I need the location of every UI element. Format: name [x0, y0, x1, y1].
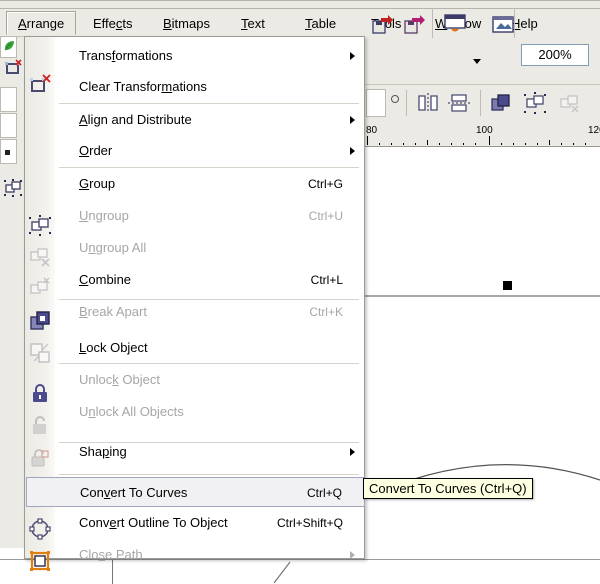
- menu-item-label: Align and Distribute: [79, 112, 192, 127]
- menu-item-accelerator: Ctrl+Q: [306, 486, 342, 500]
- menu-tab-arrange[interactable]: Arrange: [6, 11, 77, 35]
- export-to-office-icon[interactable]: [400, 10, 428, 38]
- menu-item-lock-object[interactable]: Lock Object: [26, 333, 365, 363]
- export-icon[interactable]: [368, 10, 396, 38]
- menu-item-align-and-distribute[interactable]: Align and Distribute: [26, 105, 365, 135]
- menu-item-unlock-all-objects: Unlock All Objects: [26, 397, 365, 427]
- combine-toolbar-icon[interactable]: [490, 93, 512, 113]
- menu-item-accelerator: Ctrl+G: [307, 177, 343, 191]
- menu-item-order[interactable]: Order: [26, 136, 365, 166]
- menu-item-clear-transformations[interactable]: Clear Transformations: [26, 72, 365, 102]
- menu-item-label: Clear Transformations: [79, 79, 207, 94]
- menu-separator-2: [59, 167, 359, 168]
- arrange-dropdown-menu: Transformations Clear Transformations Al…: [24, 36, 365, 571]
- degree-symbol: [391, 95, 399, 103]
- menu-item-ungroup-all: Ungroup All: [26, 233, 365, 263]
- selection-handle[interactable]: [503, 281, 512, 290]
- menu-item-group[interactable]: Group Ctrl+G: [26, 169, 365, 199]
- menu-item-label: Ungroup All: [79, 240, 147, 255]
- group-toolbar-icon[interactable]: [524, 92, 546, 114]
- menu-item-accelerator: Ctrl+K: [309, 305, 343, 319]
- panel-swatch-2: [0, 87, 17, 112]
- ruler-label-80: 80: [366, 125, 378, 136]
- menu-item-label: Group: [79, 176, 116, 191]
- menu-item-label: Unlock All Objects: [79, 404, 184, 419]
- menu-tab-table[interactable]: Table: [294, 11, 347, 36]
- launch-icon[interactable]: [441, 10, 469, 38]
- ungroup-toolbar-icon: [560, 95, 579, 113]
- menu-item-label: Order: [79, 143, 113, 158]
- menu-separator-4: [59, 363, 359, 364]
- horizontal-ruler: 80 100 120: [364, 125, 600, 147]
- menu-item-label: Combine: [79, 272, 132, 287]
- ruler-label-100: 100: [476, 125, 493, 136]
- menu-item-label: Close Path: [79, 547, 143, 562]
- group-tool-icon[interactable]: [4, 179, 22, 197]
- menu-item-convert-outline-to-object[interactable]: Convert Outline To Object Ctrl+Shift+Q: [26, 508, 365, 538]
- drawing-canvas[interactable]: [364, 147, 600, 584]
- submenu-arrow-icon: [350, 147, 355, 155]
- canvas-horizontal-rule: [365, 295, 600, 297]
- menu-item-label: Unlock Object: [79, 372, 160, 387]
- menu-item-transformations[interactable]: Transformations: [26, 41, 365, 71]
- menu-item-accelerator: Ctrl+Shift+Q: [276, 516, 343, 530]
- launch-dropdown-arrow-icon[interactable]: [472, 57, 482, 65]
- shape-tool-icon[interactable]: [4, 58, 22, 78]
- mirror-vertical-icon[interactable]: [448, 93, 470, 113]
- menu-item-label: Ungroup: [79, 208, 129, 223]
- menu-item-unlock-object: Unlock Object: [26, 365, 365, 395]
- menu-item-close-path: Close Path: [26, 540, 365, 570]
- submenu-arrow-icon: [350, 52, 355, 60]
- menu-item-label: Break Apart: [79, 304, 147, 319]
- menu-item-accelerator: Ctrl+U: [308, 209, 343, 223]
- menu-item-break-apart: Break Apart Ctrl+K: [26, 297, 365, 327]
- menu-item-ungroup: Ungroup Ctrl+U: [26, 201, 365, 231]
- menu-separator-1: [59, 103, 359, 104]
- menu-tab-bitmaps[interactable]: Bitmaps: [152, 11, 221, 36]
- menu-item-label: Transformations: [79, 48, 173, 63]
- menu-item-shaping[interactable]: Shaping: [26, 437, 365, 467]
- zoom-level-input[interactable]: 200%: [521, 44, 589, 66]
- submenu-arrow-icon: [350, 116, 355, 124]
- leaf-icon: [4, 41, 14, 51]
- menu-item-label: Convert To Curves: [80, 485, 188, 500]
- mirror-horizontal-icon[interactable]: [417, 93, 439, 113]
- outline-width-box[interactable]: [366, 89, 386, 117]
- menu-tab-effects[interactable]: Effects: [82, 11, 144, 36]
- menu-separator-6: [59, 474, 359, 475]
- tooltip: Convert To Curves (Ctrl+Q): [363, 478, 533, 499]
- menu-item-label: Convert Outline To Object: [79, 515, 228, 530]
- submenu-arrow-icon: [350, 448, 355, 456]
- menu-item-combine[interactable]: Combine Ctrl+L: [26, 265, 365, 295]
- menu-item-accelerator: Ctrl+L: [310, 273, 343, 287]
- panel-dot: [5, 150, 10, 155]
- menu-item-label: Shaping: [79, 444, 127, 459]
- submenu-arrow-icon: [350, 551, 355, 559]
- menu-tab-text[interactable]: Text: [230, 11, 276, 36]
- menu-item-label: Lock Object: [79, 340, 148, 355]
- panel-swatch-3: [0, 113, 17, 138]
- application-launcher-icon[interactable]: [489, 10, 517, 38]
- ruler-label-120: 120: [588, 125, 600, 136]
- menu-item-convert-to-curves[interactable]: Convert To Curves Ctrl+Q: [26, 477, 365, 507]
